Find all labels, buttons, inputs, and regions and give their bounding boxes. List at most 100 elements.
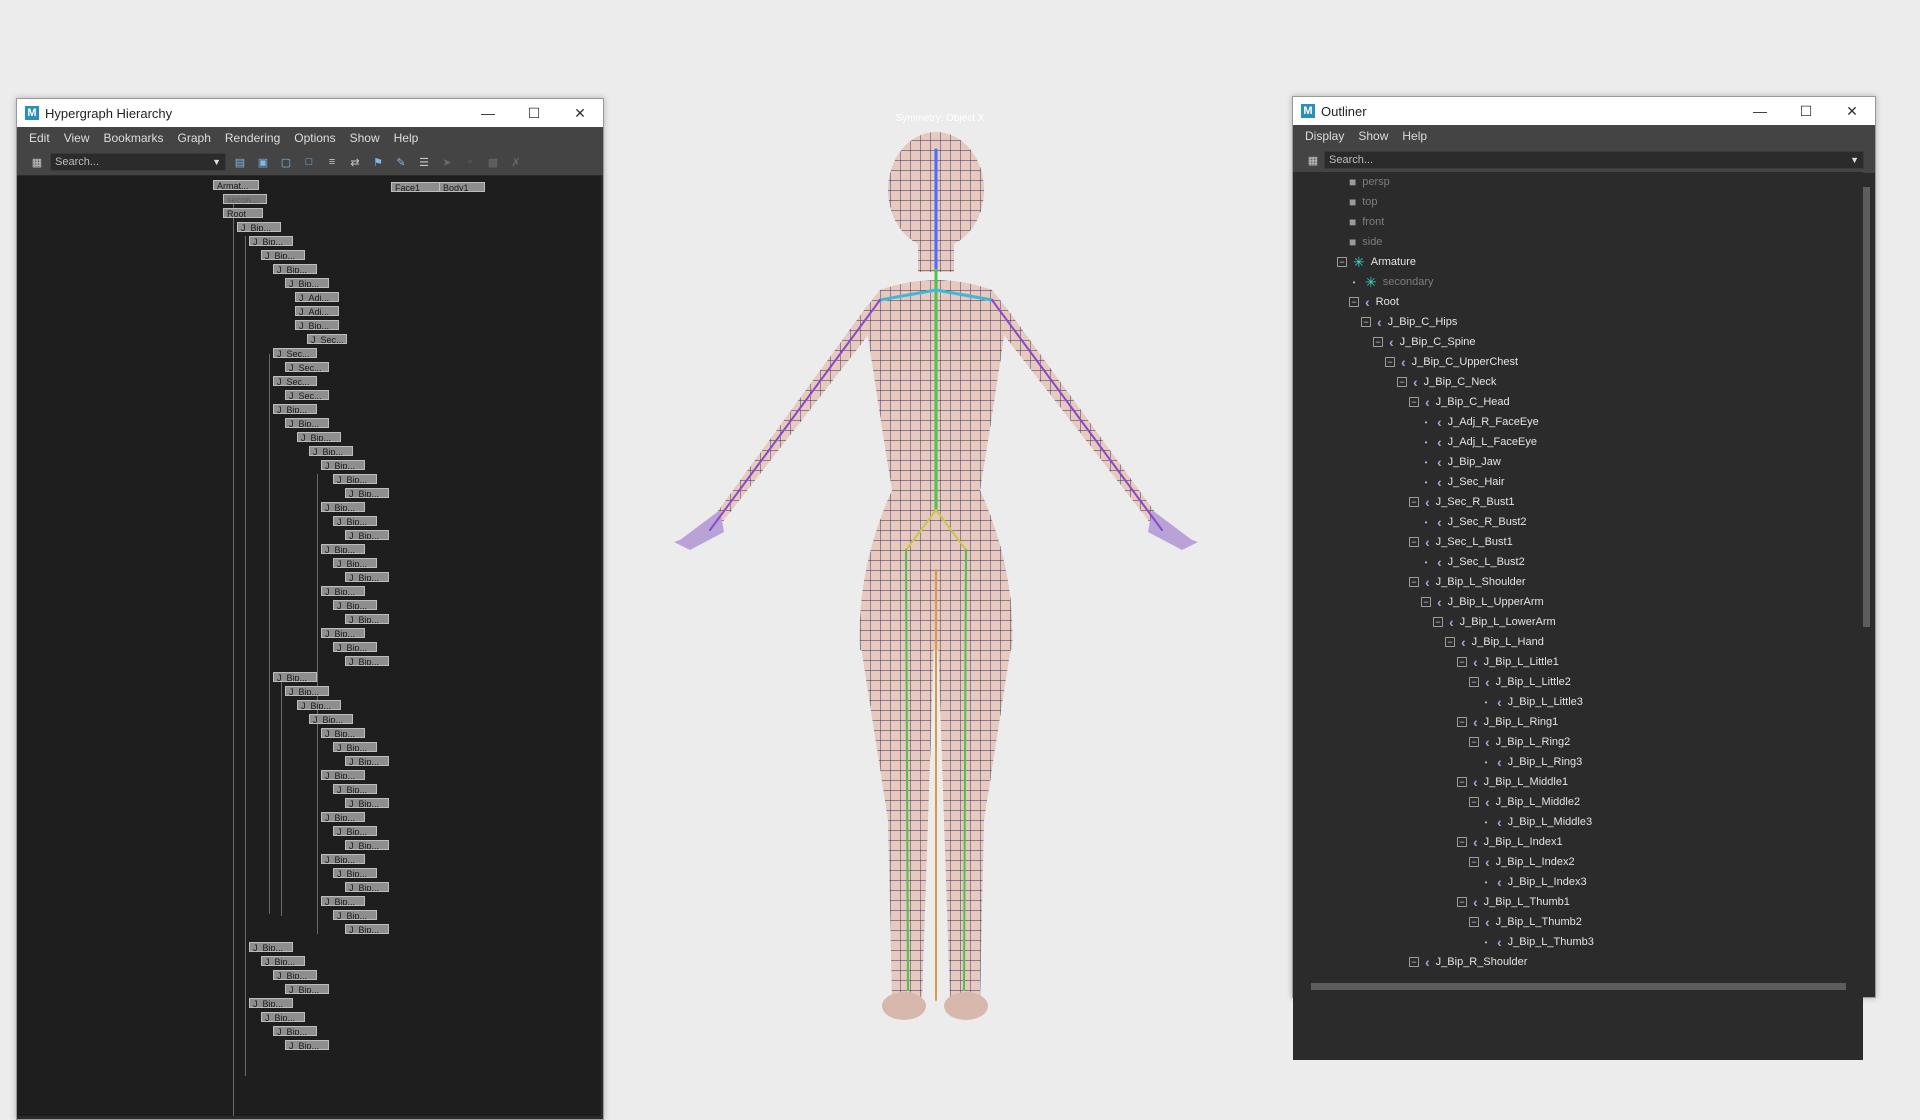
outliner-vertical-scrollbar[interactable] (1862, 177, 1871, 977)
collapse-toggle-icon[interactable]: − (1409, 497, 1419, 507)
hypergraph-node[interactable]: J_Bip... (333, 826, 377, 836)
hypergraph-node[interactable]: J_Bip... (309, 446, 353, 456)
collapse-toggle-icon[interactable]: − (1469, 917, 1479, 927)
outliner-item[interactable]: • ‹ J_Adj_R_FaceEye (1421, 412, 1539, 432)
hypergraph-node[interactable]: J_Bip... (285, 418, 329, 428)
hypergraph-node[interactable]: J_Bip... (285, 278, 329, 288)
outliner-item[interactable]: − ‹ J_Bip_R_Shoulder (1409, 952, 1527, 972)
outliner-item[interactable]: • ✳ secondary (1349, 272, 1434, 292)
leaf-dot[interactable]: • (1421, 418, 1431, 427)
minimize-icon[interactable]: — (1737, 97, 1783, 125)
chevron-down-icon[interactable]: ▼ (1850, 155, 1859, 165)
outliner-item[interactable]: − ‹ J_Sec_L_Bust1 (1409, 532, 1513, 552)
hypergraph-node[interactable]: J_Bip... (285, 1040, 329, 1050)
outliner-item[interactable]: ■ persp (1349, 172, 1390, 192)
outliner-item[interactable]: − ‹ J_Bip_L_Thumb1 (1457, 892, 1570, 912)
collapse-toggle-icon[interactable]: − (1457, 777, 1467, 787)
hypergraph-node[interactable]: J_Bip... (345, 840, 389, 850)
outliner-search-input[interactable]: Search... ▼ (1324, 151, 1864, 169)
hypergraph-node[interactable]: J_Bip... (333, 600, 377, 610)
collapse-toggle-icon[interactable]: − (1469, 737, 1479, 747)
hypergraph-node[interactable]: J_Adj... (295, 306, 339, 316)
outliner-item[interactable]: • ‹ J_Bip_L_Middle3 (1481, 812, 1592, 832)
collapse-toggle-icon[interactable]: − (1409, 397, 1419, 407)
menu-edit[interactable]: Edit (29, 131, 50, 145)
maximize-icon[interactable]: ☐ (1783, 97, 1829, 125)
menu-display[interactable]: Display (1305, 129, 1344, 143)
hypergraph-node[interactable]: J_Bip... (333, 742, 377, 752)
collapse-toggle-icon[interactable]: − (1349, 297, 1359, 307)
scrollbar-thumb[interactable] (1863, 187, 1870, 627)
scene-hierarchy-icon[interactable]: ≡ (323, 153, 341, 171)
close-icon[interactable]: ✕ (1829, 97, 1875, 125)
hypergraph-node[interactable]: J_Bip... (249, 998, 293, 1008)
hypergraph-node[interactable]: J_Bip... (333, 516, 377, 526)
hypergraph-node[interactable]: Face1 (391, 182, 441, 192)
menu-view[interactable]: View (64, 131, 90, 145)
leaf-dot[interactable]: • (1481, 878, 1491, 887)
character-mesh-viewport[interactable] (620, 130, 1260, 1030)
hypergraph-node[interactable]: J_Bip... (297, 700, 341, 710)
leaf-dot[interactable]: • (1421, 518, 1431, 527)
collapse-toggle-icon[interactable]: − (1409, 577, 1419, 587)
hypergraph-node[interactable]: J_Bip... (273, 1026, 317, 1036)
hypergraph-node[interactable]: J_Bip... (321, 544, 365, 554)
hypergraph-search-input[interactable]: Search... ▼ (50, 153, 226, 171)
hypergraph-node[interactable]: J_Bip... (345, 656, 389, 666)
collapse-toggle-icon[interactable]: − (1373, 337, 1383, 347)
collapse-toggle-icon[interactable]: − (1457, 657, 1467, 667)
hypergraph-node[interactable]: J_Sec... (285, 362, 329, 372)
hypergraph-node[interactable]: J_Bip... (333, 868, 377, 878)
leaf-dot[interactable]: • (1421, 558, 1431, 567)
hypergraph-node[interactable]: J_Bip... (309, 714, 353, 724)
hypergraph-node[interactable]: secon... (223, 194, 267, 204)
hypergraph-node[interactable]: J_Bip... (333, 558, 377, 568)
menu-options[interactable]: Options (294, 131, 335, 145)
outliner-item[interactable]: − ‹ J_Bip_L_Ring1 (1457, 712, 1558, 732)
outliner-item[interactable]: − ‹ J_Bip_C_Neck (1397, 372, 1496, 392)
leaf-dot[interactable]: • (1481, 938, 1491, 947)
collapse-toggle-icon[interactable]: − (1469, 677, 1479, 687)
filter-toggle-icon[interactable]: ▦ (28, 153, 46, 171)
hypergraph-node[interactable]: J_Bip... (321, 586, 365, 596)
outliner-item[interactable]: • ‹ J_Bip_L_Thumb3 (1481, 932, 1594, 952)
hypergraph-node[interactable]: J_Bip... (321, 460, 365, 470)
hypergraph-node[interactable]: J_Bip... (345, 614, 389, 624)
collapse-toggle-icon[interactable]: − (1469, 857, 1479, 867)
outliner-item[interactable]: • ‹ J_Bip_L_Little3 (1481, 692, 1583, 712)
bookmark-editor-icon[interactable]: ✎ (392, 153, 410, 171)
menu-rendering[interactable]: Rendering (225, 131, 280, 145)
chevron-down-icon[interactable]: ▼ (212, 157, 221, 167)
collapse-toggle-icon[interactable]: − (1385, 357, 1395, 367)
hypergraph-node[interactable]: J_Bip... (273, 264, 317, 274)
hypergraph-node[interactable]: J_Bip... (273, 404, 317, 414)
collapse-toggle-icon[interactable]: − (1457, 717, 1467, 727)
outliner-item[interactable]: − ‹ J_Bip_C_Head (1409, 392, 1510, 412)
outliner-horizontal-scrollbar[interactable] (1303, 981, 1851, 991)
collapse-toggle-icon[interactable]: − (1433, 617, 1443, 627)
scrollbar-thumb[interactable] (1311, 983, 1846, 990)
leaf-dot[interactable]: • (1481, 698, 1491, 707)
hypergraph-node[interactable]: J_Bip... (261, 1012, 305, 1022)
hypergraph-node[interactable]: J_Bip... (321, 896, 365, 906)
menu-help[interactable]: Help (1402, 129, 1427, 143)
outliner-item[interactable]: • ‹ J_Bip_L_Ring3 (1481, 752, 1583, 772)
hypergraph-node[interactable]: J_Bip... (297, 432, 341, 442)
hypergraph-node[interactable]: J_Sec... (285, 390, 329, 400)
leaf-dot[interactable]: • (1421, 438, 1431, 447)
hypergraph-node[interactable]: J_Bip... (321, 854, 365, 864)
outliner-item[interactable]: − ‹ J_Bip_L_Index2 (1469, 852, 1575, 872)
hypergraph-node[interactable]: Armat... (213, 180, 259, 190)
menu-show[interactable]: Show (1358, 129, 1388, 143)
menu-show[interactable]: Show (350, 131, 380, 145)
outliner-item[interactable]: ■ front (1349, 212, 1384, 232)
frame-selection-icon[interactable]: ▣ (254, 153, 272, 171)
outliner-item[interactable]: • ‹ J_Bip_L_Index3 (1481, 872, 1587, 892)
hypergraph-node[interactable]: J_Bip... (273, 970, 317, 980)
leaf-dot[interactable]: • (1349, 278, 1359, 287)
frame-hierarchy-icon[interactable]: ▢ (277, 153, 295, 171)
outliner-item[interactable]: ■ side (1349, 232, 1382, 252)
collapse-toggle-icon[interactable]: − (1409, 957, 1419, 967)
leaf-dot[interactable]: • (1421, 478, 1431, 487)
collapse-toggle-icon[interactable]: − (1457, 837, 1467, 847)
